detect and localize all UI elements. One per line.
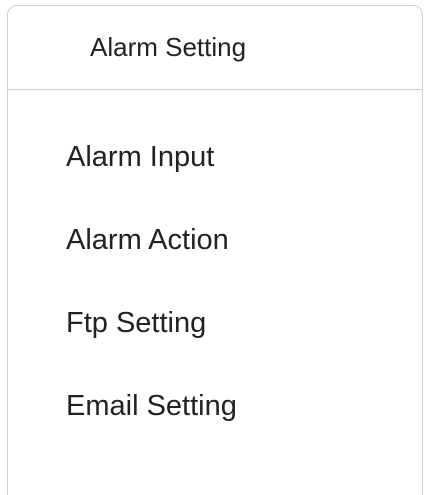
- menu-item-email-setting[interactable]: Email Setting: [8, 377, 422, 460]
- alarm-menu: Alarm Input Alarm Action Ftp Setting Ema…: [8, 128, 422, 460]
- alarm-setting-panel: Alarm Setting Alarm Input Alarm Action F…: [7, 5, 423, 495]
- menu-item-ftp-setting[interactable]: Ftp Setting: [8, 294, 422, 377]
- menu-item-alarm-action[interactable]: Alarm Action: [8, 211, 422, 294]
- panel-header: Alarm Setting: [8, 6, 422, 90]
- menu-item-alarm-input[interactable]: Alarm Input: [8, 128, 422, 211]
- panel-title: Alarm Setting: [90, 32, 247, 62]
